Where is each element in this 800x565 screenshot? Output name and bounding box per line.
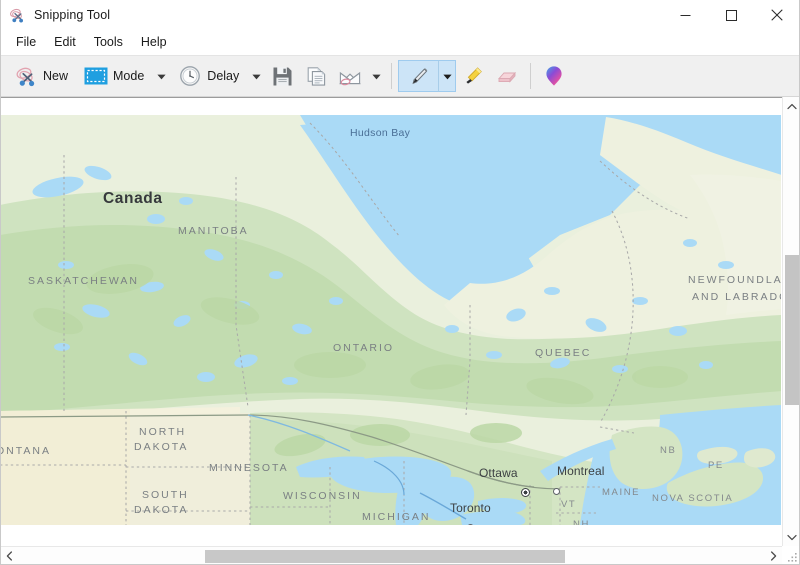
eraser-icon: [495, 64, 519, 88]
chevron-right-icon: [770, 548, 777, 565]
pen-button[interactable]: [398, 60, 438, 92]
new-button-label: New: [43, 69, 68, 83]
map-graphics: Hudson Bay Canada MANITOBA SASKATCHEWAN …: [0, 115, 782, 525]
chevron-down-icon: [252, 67, 261, 85]
scroll-down-button[interactable]: [783, 528, 800, 546]
toolbar-separator-2: [530, 63, 531, 89]
new-button[interactable]: New: [6, 60, 76, 92]
copy-button[interactable]: [299, 60, 333, 92]
map-svg: [0, 115, 782, 525]
city-marker-ottawa: [521, 488, 530, 497]
mode-button-label: Mode: [113, 69, 144, 83]
delay-button-label: Delay: [207, 69, 239, 83]
snipping-tool-window: Snipping Tool File Edit: [0, 0, 800, 565]
chevron-down-icon: [157, 67, 166, 85]
copy-documents-icon: [304, 64, 328, 88]
mode-dropdown-button[interactable]: [152, 60, 170, 92]
snip-image-canvas[interactable]: Hudson Bay Canada MANITOBA SASKATCHEWAN …: [0, 97, 782, 546]
email-dropdown-button[interactable]: [367, 60, 385, 92]
menu-tools[interactable]: Tools: [86, 33, 131, 53]
minimize-button[interactable]: [662, 0, 708, 30]
map-image: Hudson Bay Canada MANITOBA SASKATCHEWAN …: [0, 115, 782, 525]
vertical-scrollbar-thumb[interactable]: [785, 255, 799, 405]
chevron-down-icon: [443, 67, 452, 85]
highlighter-button[interactable]: [456, 60, 490, 92]
highlighter-icon: [461, 64, 485, 88]
floppy-disk-save-icon: [270, 64, 294, 88]
rectangular-snip-icon: [84, 64, 108, 88]
email-button[interactable]: [333, 60, 367, 92]
scroll-right-button[interactable]: [764, 547, 782, 565]
menu-file[interactable]: File: [8, 33, 44, 53]
title-bar-left: Snipping Tool: [0, 7, 110, 24]
toolbar: New Mode: [0, 55, 800, 97]
scroll-left-button[interactable]: [0, 547, 18, 565]
delay-button[interactable]: Delay: [170, 60, 247, 92]
teardrop-3d-ink-icon: [542, 64, 566, 88]
maximize-button[interactable]: [708, 0, 754, 30]
clock-icon: [178, 64, 202, 88]
resize-grip-icon[interactable]: [785, 550, 799, 564]
scissors-lasso-icon: [14, 64, 38, 88]
title-bar: Snipping Tool: [0, 0, 800, 30]
snip-content-area: Hudson Bay Canada MANITOBA SASKATCHEWAN …: [0, 97, 800, 565]
horizontal-scrollbar-thumb[interactable]: [205, 550, 565, 563]
close-button[interactable]: [754, 0, 800, 30]
menu-edit[interactable]: Edit: [46, 33, 84, 53]
city-marker-toronto: [467, 524, 474, 525]
window-title: Snipping Tool: [34, 8, 110, 22]
snipping-tool-scissors-icon: [9, 7, 26, 24]
chevron-down-icon: [372, 67, 381, 85]
chevron-up-icon: [787, 97, 797, 115]
ink-3d-button[interactable]: [537, 60, 571, 92]
pen-tool-group: [398, 60, 456, 92]
pen-dropdown-button[interactable]: [438, 60, 456, 92]
toolbar-separator: [391, 63, 392, 89]
chevron-down-icon: [787, 528, 797, 546]
city-marker-montreal: [553, 488, 560, 495]
menu-bar: File Edit Tools Help: [0, 30, 800, 55]
vertical-scrollbar[interactable]: [782, 97, 800, 546]
delay-dropdown-button[interactable]: [247, 60, 265, 92]
eraser-button[interactable]: [490, 60, 524, 92]
save-button[interactable]: [265, 60, 299, 92]
mode-button[interactable]: Mode: [76, 60, 152, 92]
chevron-left-icon: [6, 548, 13, 565]
envelope-email-icon: [338, 64, 362, 88]
pen-icon: [407, 64, 431, 88]
scroll-up-button[interactable]: [783, 97, 800, 115]
menu-help[interactable]: Help: [133, 33, 175, 53]
horizontal-scrollbar[interactable]: [0, 546, 782, 565]
window-controls: [662, 0, 800, 30]
